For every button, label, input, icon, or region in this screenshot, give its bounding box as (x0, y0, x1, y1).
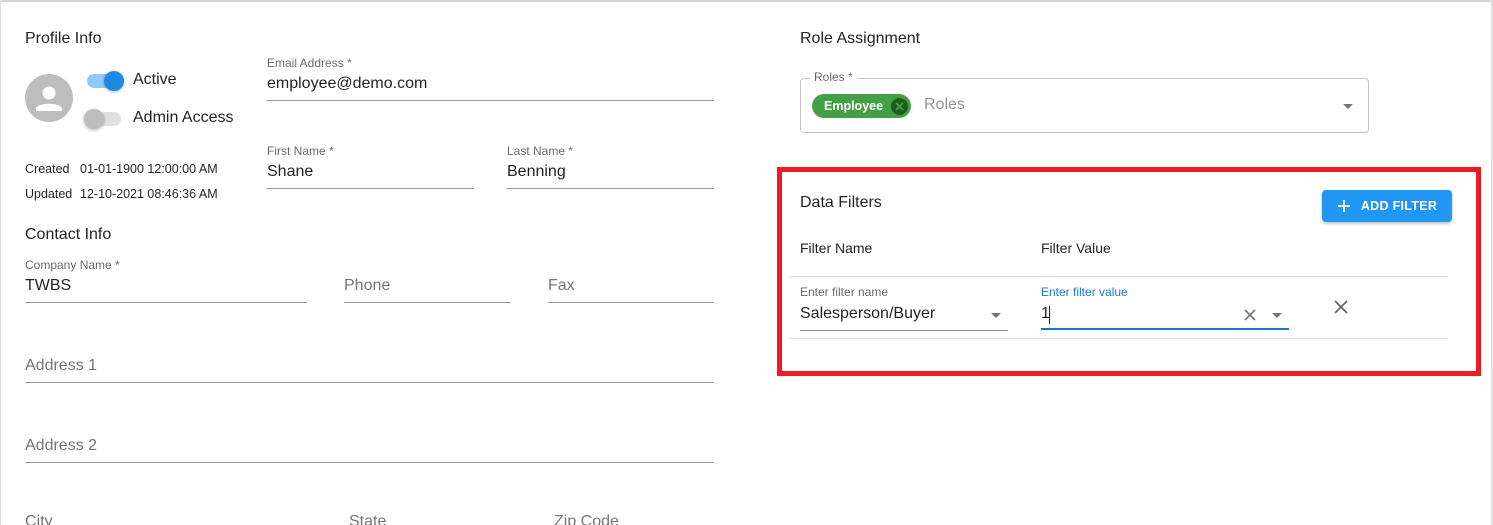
address-1-field[interactable]: Address 1 (25, 357, 97, 375)
avatar (25, 74, 73, 122)
roles-label: Roles * (810, 70, 857, 84)
zip-code-field[interactable]: Zip Code (554, 513, 619, 525)
admin-access-label: Admin Access (133, 109, 234, 126)
active-switch[interactable] (84, 70, 128, 92)
role-assignment-title: Role Assignment (800, 30, 921, 47)
add-filter-label: ADD FILTER (1360, 199, 1438, 213)
profile-info-title: Profile Info (25, 30, 102, 47)
created-value: 01-01-1900 12:00:00 AM (80, 162, 218, 176)
admin-access-switch[interactable] (82, 108, 126, 130)
last-name-label: Last Name * (507, 144, 574, 158)
roles-dropdown-icon[interactable] (1343, 104, 1353, 109)
plus-icon (1337, 200, 1350, 212)
updated-value: 12-10-2021 08:46:36 AM (80, 187, 218, 201)
company-name-underline (25, 302, 307, 303)
top-border (0, 0, 1493, 2)
filter-name-dropdown-icon[interactable] (991, 313, 1001, 318)
phone-field[interactable]: Phone (344, 277, 390, 295)
email-underline (267, 100, 714, 101)
address-1-underline (25, 382, 714, 383)
last-name-underline (507, 188, 714, 189)
filter-value-header: Filter Value (1041, 240, 1111, 256)
email-field[interactable]: employee@demo.com (267, 75, 427, 93)
first-name-underline (267, 188, 474, 189)
person-icon (36, 86, 62, 111)
filter-name-header: Filter Name (800, 240, 873, 256)
text-cursor (1049, 306, 1050, 324)
clear-icon[interactable] (1243, 308, 1257, 322)
city-field[interactable]: City (25, 513, 53, 525)
filter-value-dropdown-icon[interactable] (1272, 313, 1282, 318)
state-field[interactable]: State (349, 513, 386, 525)
chip-remove-icon[interactable] (891, 97, 909, 115)
last-name-field[interactable]: Benning (507, 163, 566, 181)
address-2-underline (25, 462, 714, 463)
email-label: Email Address * (267, 56, 352, 70)
fax-underline (548, 302, 714, 303)
fax-field[interactable]: Fax (548, 277, 575, 295)
filter-name-label: Enter filter name (800, 285, 889, 299)
created-label: Created (25, 162, 70, 176)
role-chip-label: Employee (824, 99, 884, 113)
phone-underline (344, 302, 511, 303)
first-name-field[interactable]: Shane (267, 163, 313, 181)
filter-value-label: Enter filter value (1041, 285, 1128, 299)
data-filters-title: Data Filters (800, 194, 882, 211)
remove-filter-icon[interactable] (1333, 299, 1349, 315)
contact-info-title: Contact Info (25, 226, 112, 243)
roles-input[interactable]: Roles (924, 96, 965, 114)
updated-label: Updated (25, 187, 73, 201)
admin-switch-thumb (84, 109, 104, 129)
active-label: Active (133, 71, 177, 88)
role-chip-employee: Employee (812, 94, 912, 118)
filter-name-select[interactable]: Salesperson/Buyer (800, 305, 935, 323)
add-filter-button[interactable]: ADD FILTER (1322, 190, 1452, 222)
left-border (0, 0, 1, 525)
filter-value-underline (1041, 328, 1289, 330)
filters-row-divider (789, 338, 1448, 339)
filters-header-divider (789, 276, 1448, 277)
first-name-label: First Name * (267, 144, 334, 158)
company-name-field[interactable]: TWBS (25, 277, 71, 295)
address-2-field[interactable]: Address 2 (25, 437, 97, 455)
filter-name-underline (800, 330, 1008, 331)
company-name-label: Company Name * (25, 258, 120, 272)
active-switch-thumb (104, 71, 124, 91)
